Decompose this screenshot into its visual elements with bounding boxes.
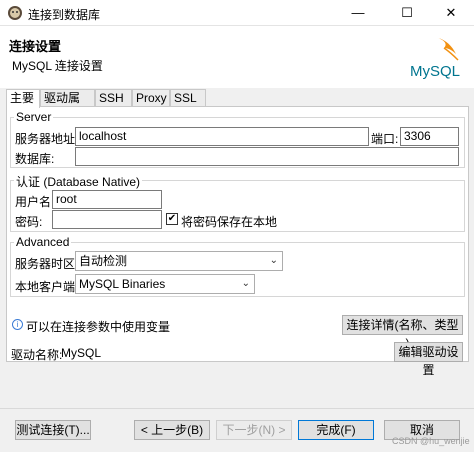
database-label: 数据库: (15, 152, 55, 166)
connection-details-button[interactable]: 连接详情(名称、类型 ...) (342, 315, 463, 350)
footer-divider (0, 408, 474, 409)
tab-driver-properties[interactable]: 驱动属性 (40, 89, 95, 121)
dbeaver-app-icon (8, 6, 22, 20)
close-button[interactable]: ✕ (428, 0, 474, 26)
page-title: 连接设置 (9, 39, 62, 54)
port-input[interactable]: 3306 (400, 127, 459, 146)
title-bar: 连接到数据库 — ☐ ✕ (0, 0, 474, 26)
page-subtitle: MySQL 连接设置 (12, 59, 103, 73)
maximize-button[interactable]: ☐ (384, 0, 430, 26)
database-input[interactable] (75, 147, 459, 166)
timezone-label: 服务器时区: (15, 257, 79, 271)
port-label: 端口: (371, 132, 399, 146)
test-connection-button[interactable]: 测试连接(T)... (15, 420, 91, 440)
tab-ssh[interactable]: SSH (95, 89, 132, 107)
chevron-down-icon: ⌄ (269, 255, 278, 266)
save-password-label: 将密码保存在本地 (181, 215, 278, 229)
tab-main[interactable]: 主要 (6, 89, 40, 108)
auth-group-label: 认证 (Database Native) (14, 173, 143, 190)
variables-hint: 可以在连接参数中使用变量 (26, 320, 171, 334)
username-label: 用户名: (15, 195, 55, 209)
host-input[interactable]: localhost (75, 127, 369, 146)
tab-proxy[interactable]: Proxy (132, 89, 170, 107)
save-password-checkbox[interactable]: ✔ (166, 213, 178, 225)
info-icon: i (12, 319, 23, 330)
server-group-label: Server (14, 110, 54, 124)
back-button[interactable]: < 上一步(B) (134, 420, 210, 440)
next-button[interactable]: 下一步(N) > (216, 420, 292, 440)
advanced-group-label: Advanced (14, 235, 72, 249)
driver-name-value: MySQL (61, 346, 102, 360)
username-input[interactable]: root (52, 190, 162, 209)
edit-driver-button[interactable]: 编辑驱动设置 (394, 342, 463, 377)
client-label: 本地客户端: (15, 280, 79, 294)
finish-button[interactable]: 完成(F) (298, 420, 374, 440)
mysql-logo: MySQL (410, 38, 460, 80)
csdn-watermark: CSDN @hu_wenjie (392, 436, 470, 446)
client-select[interactable]: MySQL Binaries ⌄ (75, 274, 255, 294)
dialog-header: 连接设置 MySQL 连接设置 MySQL (0, 26, 474, 88)
password-label: 密码: (15, 215, 43, 229)
chevron-down-icon: ⌄ (241, 278, 250, 289)
password-input[interactable] (52, 210, 162, 229)
window-title: 连接到数据库 (28, 8, 101, 22)
timezone-select[interactable]: 自动检测 ⌄ (75, 251, 283, 271)
client-value: MySQL Binaries (79, 277, 166, 291)
mysql-logo-text: MySQL (410, 63, 460, 80)
minimize-button[interactable]: — (335, 0, 381, 26)
driver-name-label: 驱动名称: (11, 348, 63, 362)
tab-ssl[interactable]: SSL (170, 89, 206, 107)
timezone-value: 自动检测 (79, 254, 128, 268)
host-label: 服务器地址: (15, 132, 79, 146)
